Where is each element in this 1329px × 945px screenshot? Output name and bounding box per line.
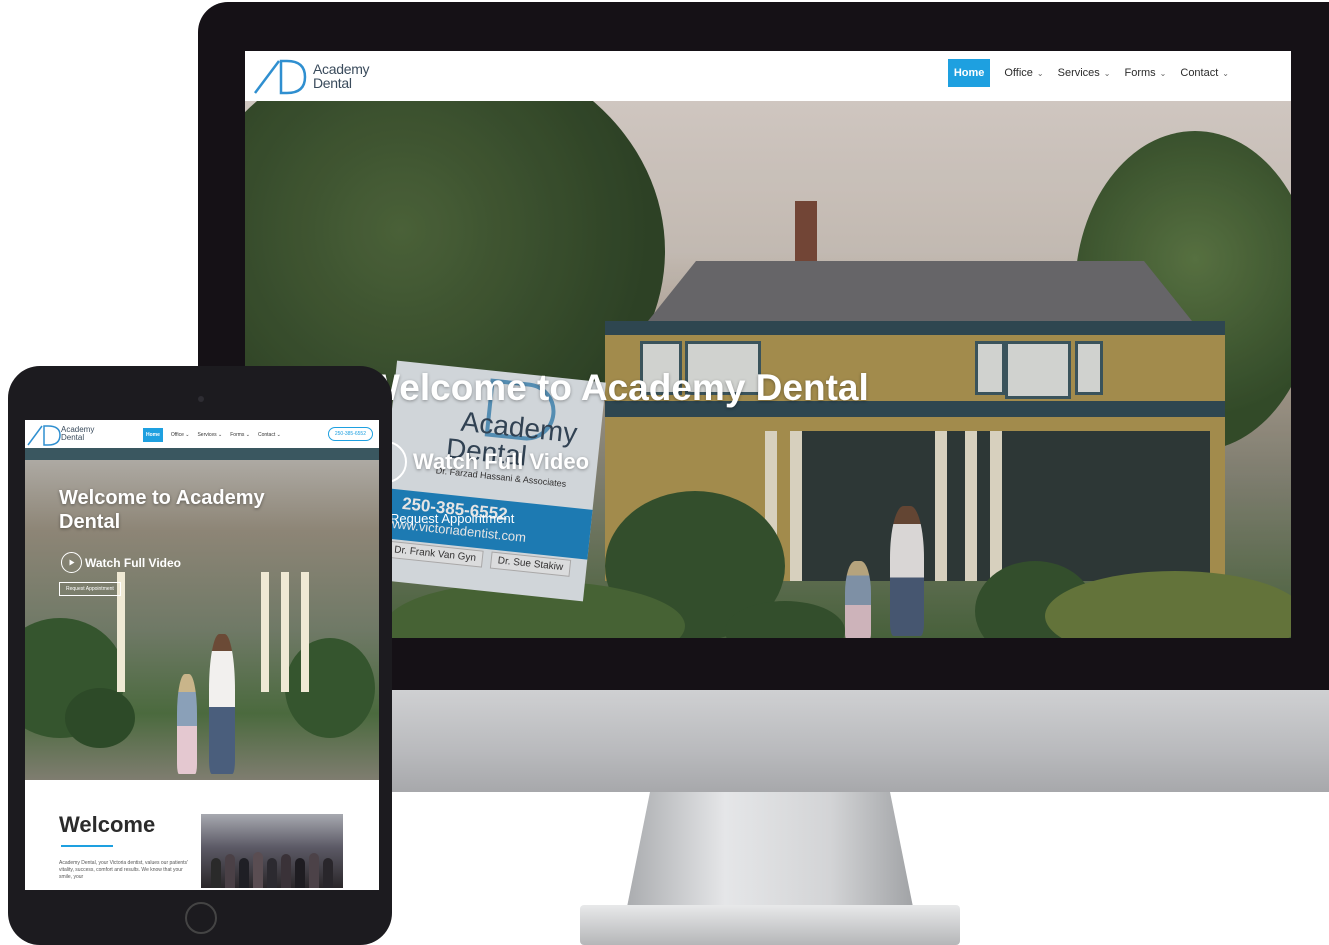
site-header: Academy Dental Home Office ⌄ Services ⌄ Fo…	[245, 51, 1291, 101]
tablet-main-nav: Home Office ⌄ Services ⌄ Forms ⌄ Contact…	[143, 428, 281, 442]
hero-title: Welcome to Academy Dental	[365, 367, 869, 408]
academy-dental-logo-icon	[27, 425, 61, 446]
tablet-logo-text: Academy Dental	[61, 425, 95, 442]
request-appointment-button[interactable]: Request Appointment	[390, 511, 514, 526]
nav-services[interactable]: Services ⌄	[197, 432, 222, 438]
house-trim	[25, 448, 379, 460]
academy-dental-logo-icon	[254, 59, 307, 95]
watch-video-label: Watch Full Video	[85, 555, 182, 570]
child-walking	[177, 674, 197, 774]
desktop-screen: Academy Dental Home Office ⌄ Services ⌄ Fo…	[245, 51, 1291, 638]
camera-icon	[198, 396, 204, 402]
heading-underline	[61, 845, 113, 847]
nav-office[interactable]: Office ⌄	[171, 432, 190, 438]
phone-button[interactable]: 250-385-6552	[327, 427, 373, 441]
porch-column	[281, 572, 289, 692]
nav-contact[interactable]: Contact ⌄	[258, 432, 281, 438]
tablet-request-appointment-button[interactable]: Request Appointment	[59, 582, 121, 596]
nav-office[interactable]: Office ⌄	[1004, 67, 1043, 79]
porch-column	[261, 572, 269, 692]
nav-forms[interactable]: Forms ⌄	[230, 432, 250, 438]
woman-walking	[209, 634, 235, 774]
team-photo	[201, 814, 343, 888]
nav-home[interactable]: Home	[143, 428, 163, 442]
chevron-down-icon: ⌄	[1103, 68, 1111, 78]
ipad-frame: Academy Dental Home Office ⌄ Services ⌄ …	[8, 366, 392, 945]
tablet-screen: Academy Dental Home Office ⌄ Services ⌄ …	[25, 420, 379, 890]
tablet-hero: Welcome to Academy Dental Watch Full Vid…	[25, 448, 379, 780]
watch-video-label: Watch Full Video	[413, 449, 590, 474]
watch-video-button[interactable]: Watch Full Video	[365, 441, 589, 483]
main-nav: Home Office ⌄ Services ⌄ Forms ⌄ Contact ⌄	[947, 59, 1229, 87]
imac-stand-base	[580, 905, 960, 945]
nav-forms[interactable]: Forms ⌄	[1125, 67, 1167, 79]
chevron-down-icon: ⌄	[1036, 68, 1044, 78]
nav-home[interactable]: Home	[947, 59, 991, 87]
nav-contact[interactable]: Contact ⌄	[1180, 67, 1229, 79]
tablet-watch-video-button[interactable]: Watch Full Video	[61, 552, 181, 573]
chevron-down-icon: ⌄	[1222, 68, 1229, 78]
tablet-site-header: Academy Dental Home Office ⌄ Services ⌄ …	[25, 420, 379, 448]
play-icon	[61, 552, 82, 573]
shrub	[65, 688, 135, 748]
porch-column	[301, 572, 309, 692]
chevron-down-icon: ⌄	[1159, 68, 1167, 78]
nav-services[interactable]: Services ⌄	[1058, 67, 1111, 79]
welcome-heading: Welcome	[59, 812, 156, 837]
welcome-body-text: Academy Dental, your Victoria dentist, v…	[59, 860, 188, 880]
home-button[interactable]	[185, 902, 217, 934]
shrub	[285, 638, 375, 738]
tablet-hero-title: Welcome to Academy Dental	[59, 487, 265, 533]
site-logo-text: Academy Dental	[313, 61, 370, 91]
site-logo[interactable]: Academy Dental	[253, 55, 393, 97]
hero-video-background: Academy Dental Dr. Farzad Hassani & Assoc…	[245, 101, 1291, 638]
